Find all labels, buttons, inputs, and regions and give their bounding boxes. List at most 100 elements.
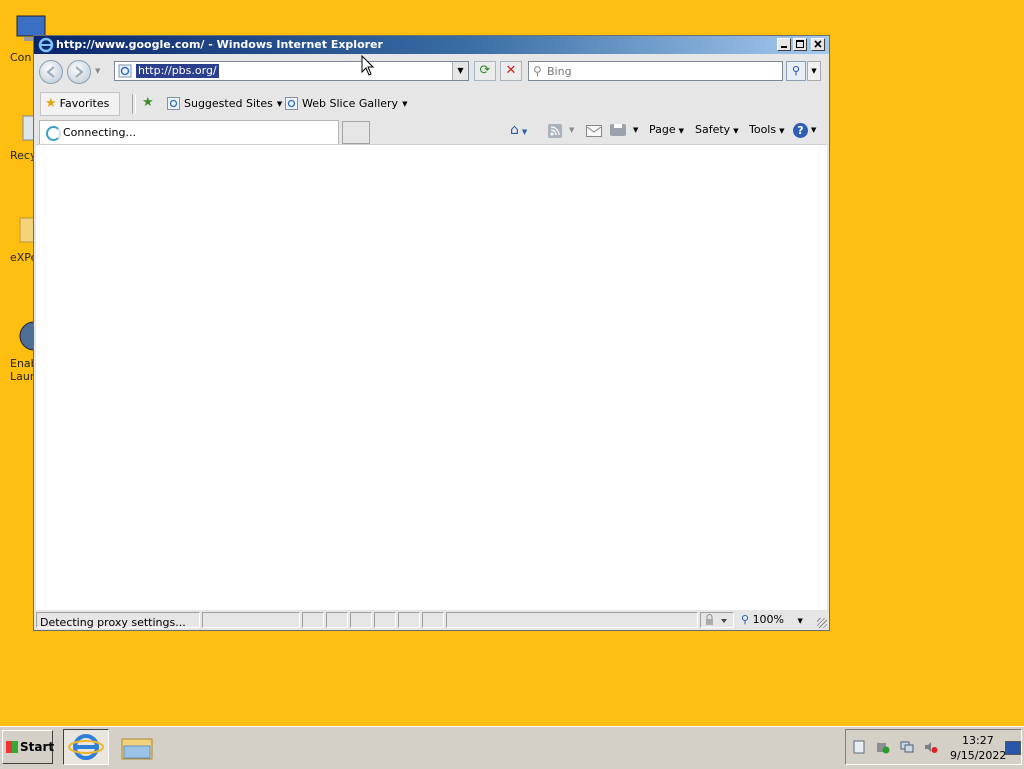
- chevron-down-icon: ▼: [521, 128, 528, 136]
- minimize-icon: [781, 46, 787, 48]
- chevron-down-icon: ▼: [779, 127, 785, 135]
- favorites-label: Favorites: [59, 97, 110, 110]
- windows-explorer-icon[interactable]: [119, 731, 155, 763]
- ie-page-icon: [285, 97, 298, 110]
- help-dropdown[interactable]: ▼: [811, 122, 816, 138]
- mail-icon: [586, 126, 602, 133]
- status-text-cell: Detecting proxy settings...: [36, 612, 200, 629]
- search-box[interactable]: ⚲: [528, 61, 783, 81]
- status-cell: [302, 612, 324, 628]
- address-bar[interactable]: http://pbs.org/ ▼: [114, 61, 469, 81]
- back-arrow-icon: [46, 66, 55, 78]
- status-cell: [374, 612, 396, 628]
- favorites-star-icon: ★: [45, 96, 57, 111]
- chevron-down-icon: ▼: [678, 127, 685, 135]
- tools-menu-label: Tools: [749, 123, 777, 136]
- suggested-sites-button[interactable]: Suggested Sites ▼: [167, 97, 282, 111]
- status-cell: [326, 612, 348, 628]
- status-progress-cell: [202, 612, 300, 628]
- help-icon: ?: [797, 124, 804, 137]
- home-button[interactable]: ⌂ ▼: [510, 122, 527, 138]
- safety-menu[interactable]: Safety ▼: [695, 122, 739, 138]
- rss-feed-icon: [550, 126, 560, 136]
- resize-grip[interactable]: [817, 618, 827, 628]
- chevron-down-icon: ▼: [797, 617, 803, 625]
- page-content[interactable]: [36, 144, 827, 610]
- status-text: Detecting proxy settings...: [40, 616, 186, 629]
- maximize-button[interactable]: [793, 38, 807, 51]
- security-shield-icon[interactable]: [876, 740, 890, 754]
- maximize-icon: [796, 40, 804, 48]
- ie-page-icon: [167, 97, 180, 110]
- read-mail-button[interactable]: [586, 125, 602, 137]
- search-button[interactable]: ⚲: [786, 61, 806, 81]
- network-icon[interactable]: [900, 740, 914, 754]
- stop-icon: ✕: [505, 63, 517, 78]
- page-menu[interactable]: Page ▼: [649, 122, 684, 138]
- status-cell: [398, 612, 420, 628]
- ie-window: http://www.google.com/ - Windows Interne…: [33, 35, 830, 631]
- taskbar: Start 13:27 9/15/2022: [0, 726, 1024, 769]
- add-to-favorites-bar-icon[interactable]: ★: [142, 96, 154, 110]
- title-bar[interactable]: http://www.google.com/ - Windows Interne…: [34, 36, 829, 54]
- zoom-level: 100%: [752, 613, 785, 626]
- clock-time[interactable]: 13:27: [962, 734, 994, 747]
- stop-button[interactable]: ✕: [500, 61, 522, 81]
- address-dropdown-button[interactable]: ▼: [452, 62, 468, 80]
- search-options-button[interactable]: ▼: [807, 61, 821, 81]
- search-icon: ⚲: [791, 64, 801, 77]
- web-slice-gallery-button[interactable]: Web Slice Gallery ▼: [285, 97, 407, 111]
- feeds-button[interactable]: [548, 124, 562, 138]
- security-lock-icon: [706, 614, 727, 625]
- window-title: http://www.google.com/ - Windows Interne…: [56, 38, 383, 51]
- search-input[interactable]: [547, 63, 777, 79]
- feeds-dropdown[interactable]: ▼: [569, 122, 574, 138]
- chevron-down-icon: ▼: [276, 100, 283, 108]
- zoom-button[interactable]: ⚲ 100% ▼: [741, 613, 803, 626]
- status-cell: [350, 612, 372, 628]
- favorites-bar: ★ Favorites ★ Suggested Sites ▼ Web Slice …: [34, 91, 829, 118]
- back-button[interactable]: [39, 60, 63, 84]
- print-button[interactable]: [610, 124, 626, 136]
- tab-current[interactable]: Connecting...: [39, 120, 339, 144]
- chevron-down-icon: ▼: [402, 100, 408, 108]
- page-icon: [118, 64, 132, 78]
- action-center-icon[interactable]: [852, 740, 866, 754]
- chevron-down-icon: ▼: [733, 127, 739, 135]
- clock-date[interactable]: 9/15/2022: [950, 749, 1006, 762]
- ie-logo-icon: [38, 37, 54, 53]
- help-button[interactable]: ?: [793, 123, 808, 138]
- page-menu-label: Page: [649, 123, 676, 136]
- ie-logo-icon: [68, 734, 104, 760]
- web-slice-gallery-label: Web Slice Gallery: [302, 97, 399, 110]
- recent-pages-dropdown[interactable]: ▼: [95, 67, 100, 75]
- favorites-button[interactable]: ★ Favorites: [40, 92, 121, 116]
- status-cell: [422, 612, 444, 628]
- suggested-sites-label: Suggested Sites: [184, 97, 273, 110]
- refresh-icon: ⟳: [479, 63, 491, 78]
- zoom-magnifier-icon: ⚲: [741, 613, 750, 626]
- loading-spinner-icon: [46, 126, 61, 141]
- windows-logo-icon: [6, 741, 18, 753]
- search-magnifier-icon: ⚲: [533, 64, 542, 78]
- refresh-button[interactable]: ⟳: [474, 61, 496, 81]
- close-button[interactable]: [811, 38, 825, 51]
- volume-muted-icon[interactable]: [924, 740, 938, 754]
- print-dropdown[interactable]: ▼: [633, 122, 638, 138]
- status-zone-cell: [446, 612, 698, 628]
- start-label: Start: [20, 740, 55, 754]
- minimize-button[interactable]: [777, 38, 791, 51]
- system-tray: 13:27 9/15/2022: [845, 729, 1022, 765]
- protected-mode-button[interactable]: [700, 612, 734, 628]
- tab-title: Connecting...: [63, 126, 136, 139]
- show-desktop-button[interactable]: [1005, 741, 1021, 755]
- taskbar-ie-button[interactable]: [63, 729, 109, 765]
- start-button[interactable]: Start: [2, 730, 55, 764]
- address-input[interactable]: http://pbs.org/: [136, 64, 219, 78]
- tools-menu[interactable]: Tools ▼: [749, 122, 785, 138]
- forward-button[interactable]: [67, 60, 91, 84]
- home-icon: ⌂: [510, 122, 519, 138]
- safety-menu-label: Safety: [695, 123, 731, 136]
- new-tab-button[interactable]: [342, 121, 370, 144]
- divider: [132, 94, 136, 114]
